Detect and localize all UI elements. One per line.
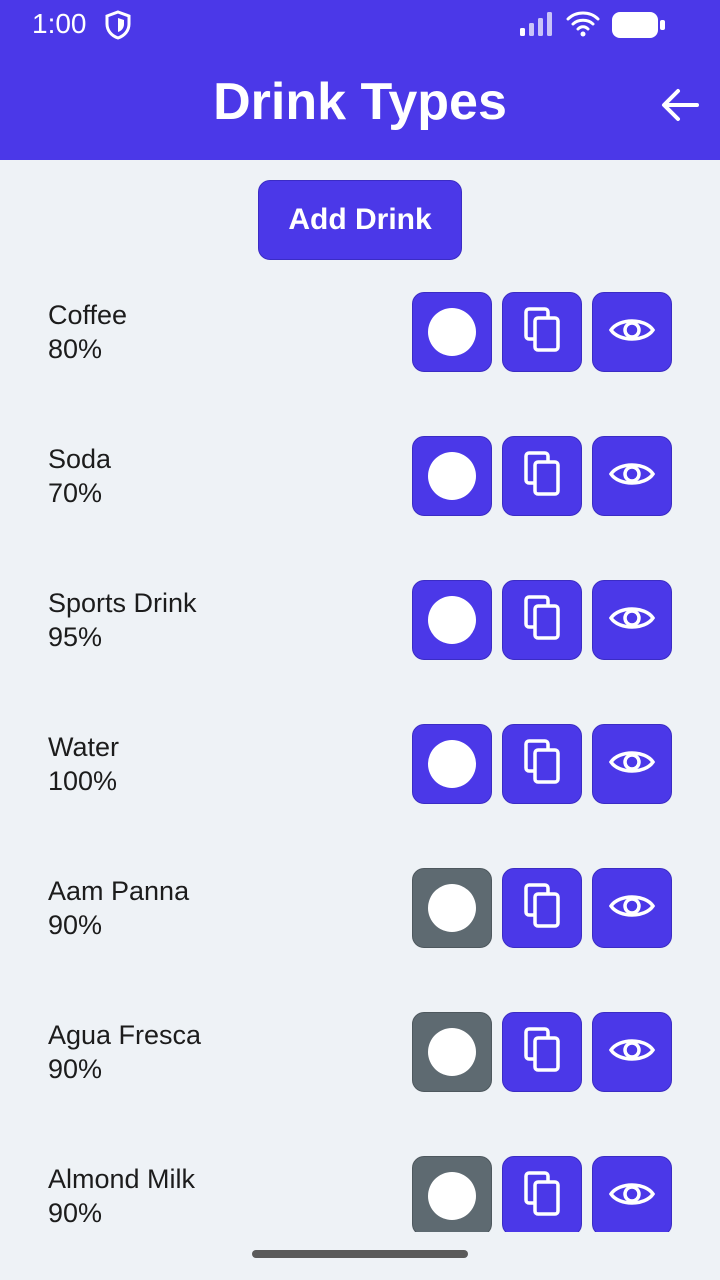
copy-icon <box>522 1026 562 1078</box>
drink-row: Soda 70% <box>0 436 720 580</box>
view-button[interactable] <box>592 436 672 516</box>
toggle-button[interactable] <box>412 868 492 948</box>
drink-name: Almond Milk <box>48 1164 196 1194</box>
copy-button[interactable] <box>502 292 582 372</box>
view-button[interactable] <box>592 724 672 804</box>
copy-icon <box>522 306 562 358</box>
drink-row: Agua Fresca 90% <box>0 1012 720 1156</box>
shield-icon <box>104 10 132 45</box>
drink-percent: 100% <box>48 766 118 796</box>
eye-icon <box>608 315 656 350</box>
copy-button[interactable] <box>502 580 582 660</box>
status-time: 1:00 <box>32 8 87 39</box>
drink-row: Almond Milk 90% <box>0 1156 720 1232</box>
view-button[interactable] <box>592 580 672 660</box>
drink-percent: 90% <box>48 1198 103 1228</box>
copy-icon <box>522 882 562 934</box>
toggle-button[interactable] <box>412 1156 492 1232</box>
copy-icon <box>522 738 562 790</box>
toggle-circle-icon <box>428 1172 476 1220</box>
toggle-circle-icon <box>428 884 476 932</box>
copy-button[interactable] <box>502 1012 582 1092</box>
add-drink-button[interactable]: Add Drink <box>258 180 462 260</box>
eye-icon <box>608 891 656 926</box>
page-title: Drink Types <box>213 73 507 131</box>
view-button[interactable] <box>592 868 672 948</box>
view-button[interactable] <box>592 1012 672 1092</box>
signal-icon <box>520 12 556 41</box>
drink-name: Coffee <box>48 300 128 330</box>
arrow-left-icon <box>662 89 699 121</box>
drink-percent: 80% <box>48 334 103 364</box>
battery-icon <box>610 10 666 45</box>
view-button[interactable] <box>592 1156 672 1232</box>
copy-icon <box>522 450 562 502</box>
drink-percent: 70% <box>48 478 103 508</box>
drink-name: Sports Drink <box>48 588 197 618</box>
drink-row: Aam Panna 90% <box>0 868 720 1012</box>
drink-percent: 95% <box>48 622 103 652</box>
back-button[interactable] <box>652 80 708 130</box>
toggle-circle-icon <box>428 740 476 788</box>
drink-row: Water 100% <box>0 724 720 868</box>
toggle-circle-icon <box>428 1028 476 1076</box>
copy-button[interactable] <box>502 1156 582 1232</box>
drink-name: Soda <box>48 444 112 474</box>
eye-icon <box>608 603 656 638</box>
toggle-button[interactable] <box>412 724 492 804</box>
toggle-button[interactable] <box>412 580 492 660</box>
drink-percent: 90% <box>48 1054 103 1084</box>
eye-icon <box>608 1035 656 1070</box>
toggle-button[interactable] <box>412 292 492 372</box>
drink-name: Agua Fresca <box>48 1020 202 1050</box>
drink-row: Coffee 80% <box>0 292 720 436</box>
eye-icon <box>608 459 656 494</box>
toggle-circle-icon <box>428 308 476 356</box>
toggle-circle-icon <box>428 452 476 500</box>
drink-percent: 90% <box>48 910 103 940</box>
drink-row: Sports Drink 95% <box>0 580 720 724</box>
eye-icon <box>608 747 656 782</box>
copy-button[interactable] <box>502 724 582 804</box>
drink-name: Aam Panna <box>48 876 190 906</box>
home-indicator[interactable] <box>252 1250 468 1258</box>
copy-icon <box>522 594 562 646</box>
wifi-icon <box>566 10 600 43</box>
copy-icon <box>522 1170 562 1222</box>
copy-button[interactable] <box>502 868 582 948</box>
drink-list: Coffee 80% Soda 70% Sports Drink 95% Water 100%… <box>0 292 720 1232</box>
toggle-button[interactable] <box>412 1012 492 1092</box>
copy-button[interactable] <box>502 436 582 516</box>
app-bar: 1:00 Drink Types <box>0 0 720 160</box>
toggle-button[interactable] <box>412 436 492 516</box>
view-button[interactable] <box>592 292 672 372</box>
toggle-circle-icon <box>428 596 476 644</box>
drink-name: Water <box>48 732 120 762</box>
eye-icon <box>608 1179 656 1214</box>
